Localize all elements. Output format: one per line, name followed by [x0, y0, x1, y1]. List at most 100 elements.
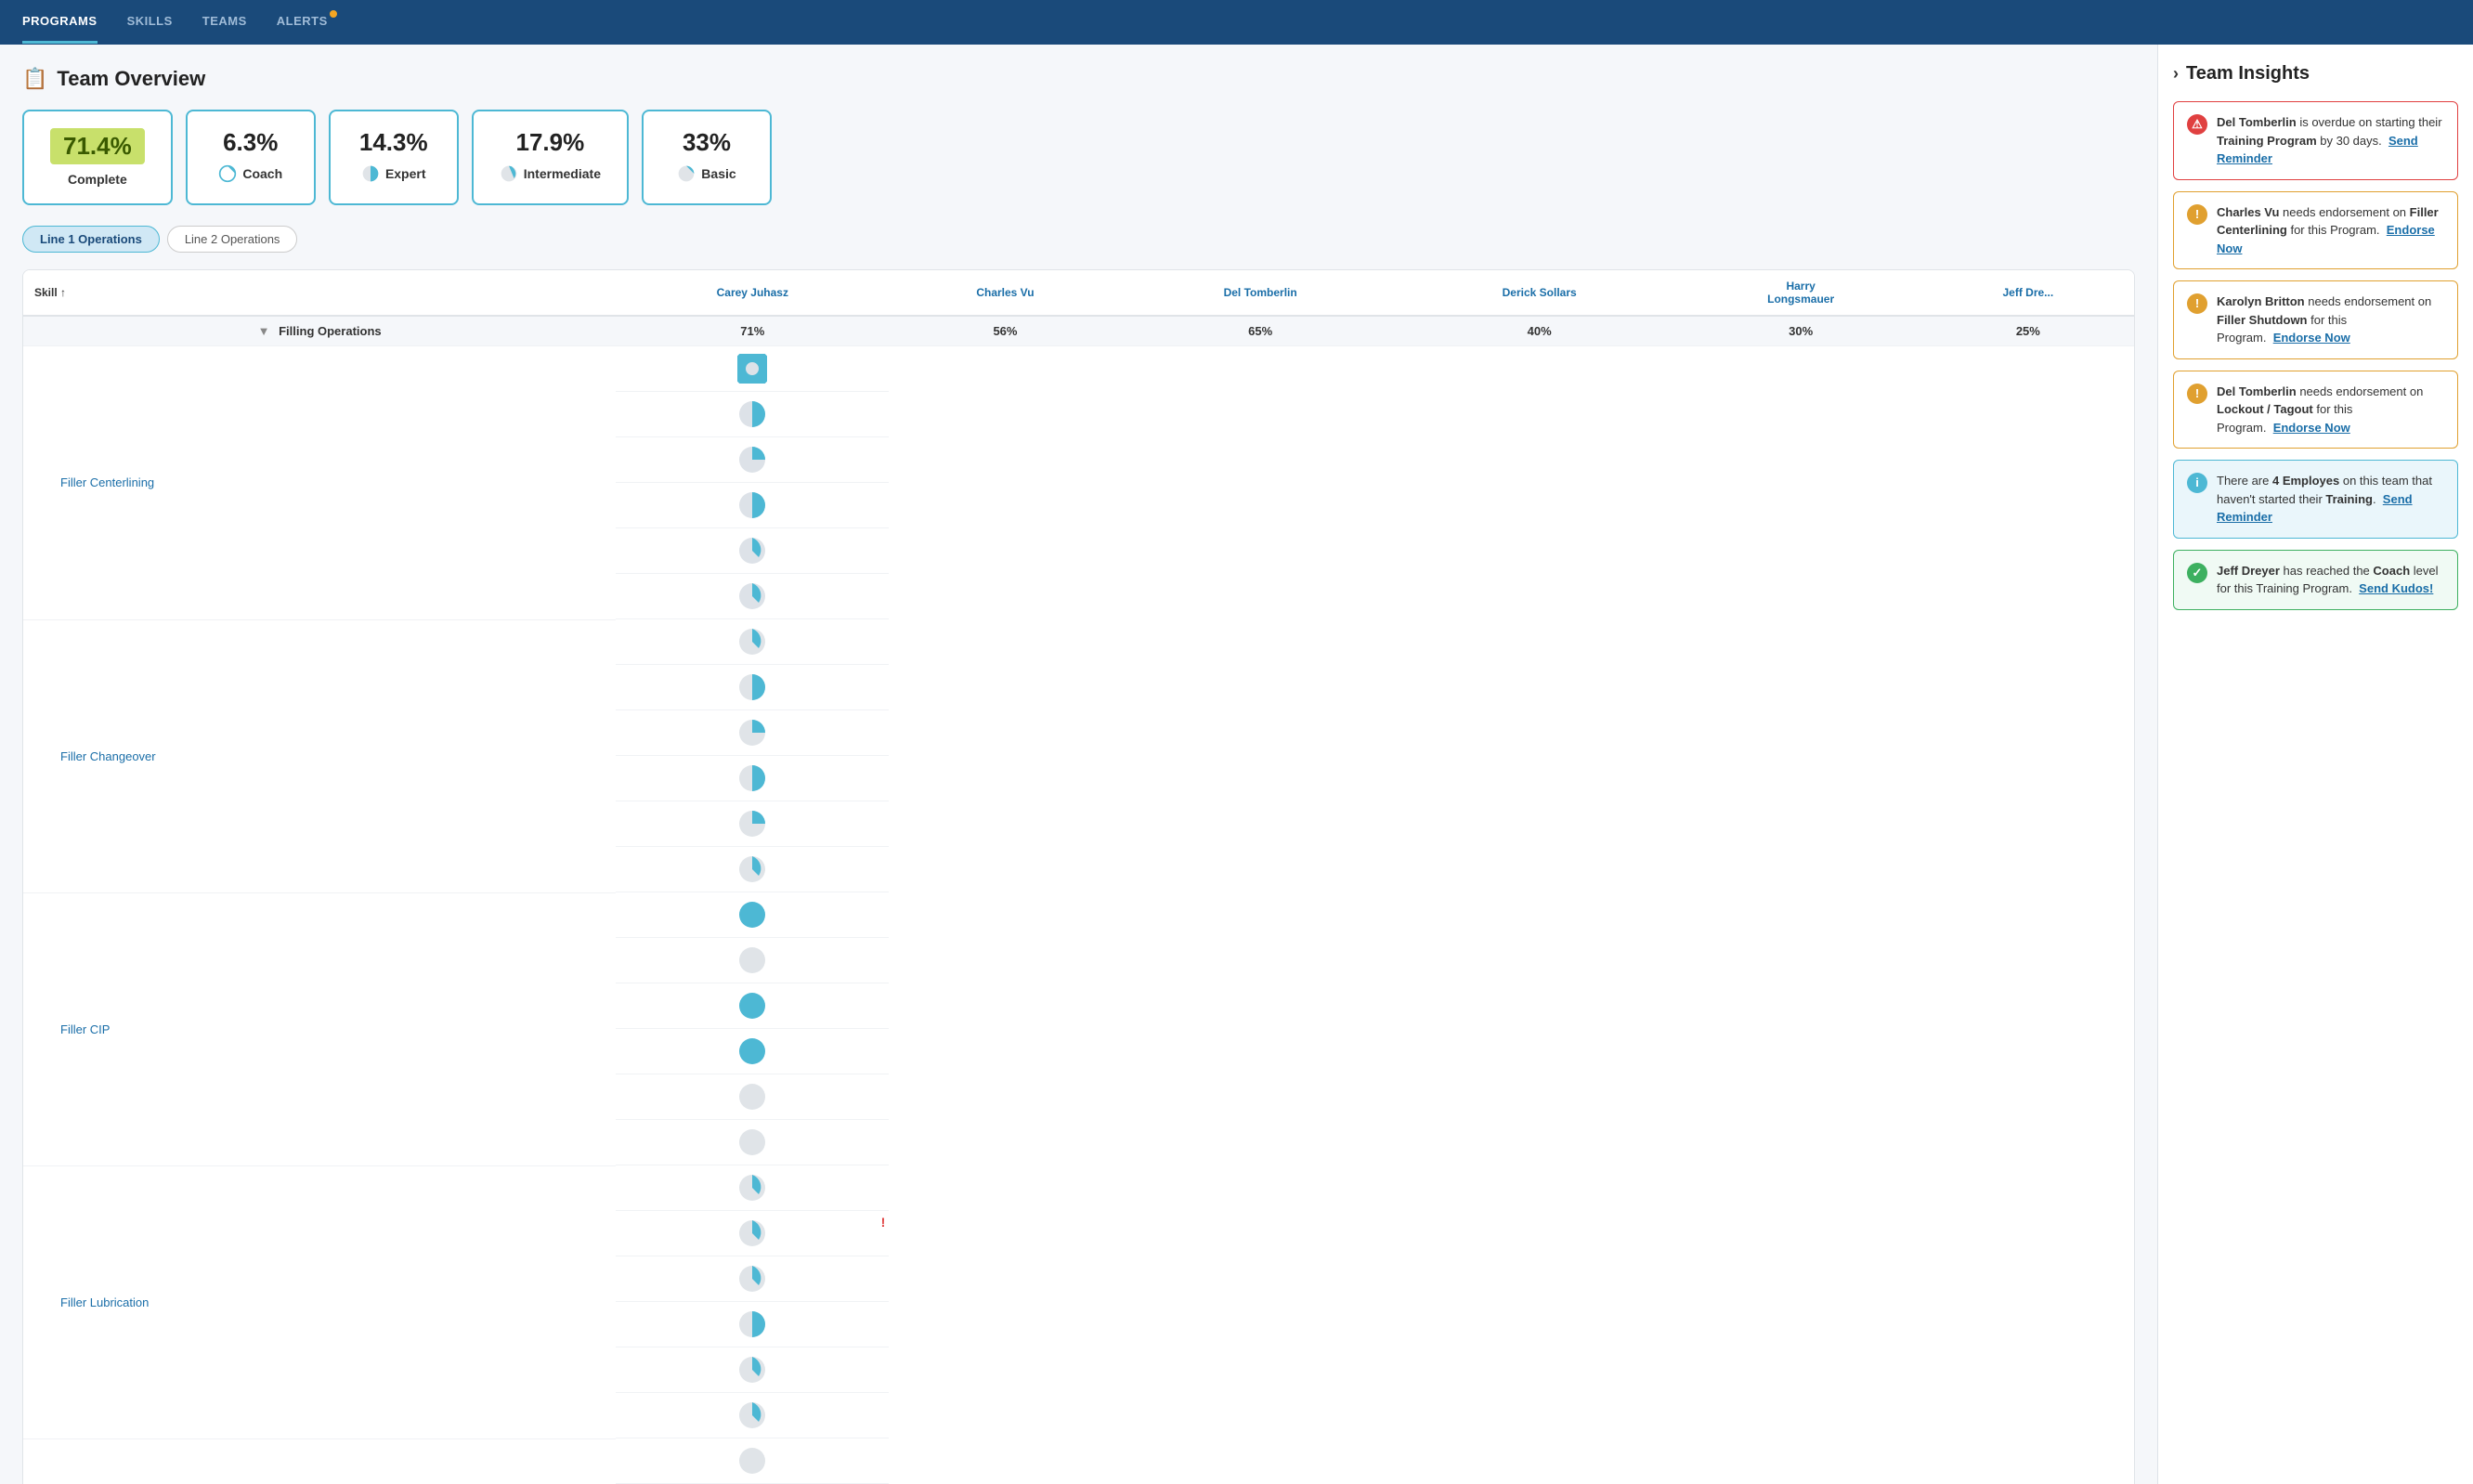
insight-text-employees: There are 4 Employes on this team that h…: [2217, 472, 2444, 527]
insight-icon-warning-1: !: [2187, 204, 2207, 225]
complete-value: 71.4%: [50, 128, 145, 164]
pie-lubrication-derick: [616, 1302, 889, 1347]
page-title-icon: 📋: [22, 67, 47, 91]
send-reminder-link-2[interactable]: Send Reminder: [2217, 492, 2413, 525]
pct-harry: 30%: [1789, 324, 1813, 338]
pie-cip-derick: [616, 1029, 889, 1074]
skill-link-changeover[interactable]: Filler Changeover: [34, 749, 605, 763]
pie-centerlining-carey: [616, 346, 889, 392]
insight-icon-warning-2: !: [2187, 293, 2207, 314]
pie-cip-del: [616, 983, 889, 1029]
col-del[interactable]: Del Tomberlin: [1122, 270, 1399, 316]
insight-card-employees-training: i There are 4 Employes on this team that…: [2173, 460, 2458, 539]
skill-link-lubrication[interactable]: Filler Lubrication: [34, 1295, 605, 1309]
insight-card-karolyn-endorsement: ! Karolyn Britton needs endorsement on F…: [2173, 280, 2458, 359]
pie-changeover-carey: [616, 619, 889, 665]
col-charles[interactable]: Charles Vu: [889, 270, 1121, 316]
insight-icon-check: ✓: [2187, 563, 2207, 583]
skill-row-operations: Filler Operations: [23, 1438, 2134, 1484]
pie-centerlining-harry: [616, 528, 889, 574]
skill-row-centerlining: Filler Centerlining: [23, 346, 2134, 620]
endorse-now-link-2[interactable]: Endorse Now: [2273, 331, 2350, 345]
pie-cip-harry: [616, 1074, 889, 1120]
skill-name-operations: Filler Operations: [23, 1438, 616, 1484]
col-derick[interactable]: Derick Sollars: [1399, 270, 1680, 316]
insight-icon-alert: ⚠: [2187, 114, 2207, 135]
col-carey[interactable]: Carey Juhasz: [616, 270, 889, 316]
basic-icon: [677, 164, 696, 183]
insight-card-charles-endorsement: ! Charles Vu needs endorsement on Filler…: [2173, 191, 2458, 270]
skill-name-cip: Filler CIP: [23, 892, 616, 1165]
summary-card-coach[interactable]: 6.3% Coach: [186, 110, 316, 205]
coach-value: 6.3%: [223, 128, 278, 157]
skill-col-header[interactable]: Skill ↑: [23, 270, 616, 316]
insight-text-del-lockout: Del Tomberlin needs endorsement on Locko…: [2217, 383, 2444, 437]
insight-icon-info: i: [2187, 473, 2207, 493]
expert-icon: [361, 164, 380, 183]
pct-del: 65%: [1248, 324, 1272, 338]
skill-link-cip[interactable]: Filler CIP: [34, 1022, 605, 1036]
nav-alerts[interactable]: ALERTS: [277, 1, 328, 44]
pie-cip-jeff: [616, 1120, 889, 1165]
insight-icon-warning-3: !: [2187, 384, 2207, 404]
skills-table: Skill ↑ Carey Juhasz Charles Vu Del Tomb…: [23, 270, 2134, 1484]
col-harry[interactable]: HarryLongsmauer: [1680, 270, 1922, 316]
pie-cip-carey: [616, 892, 889, 938]
summary-cards: 71.4% Complete 6.3% Coach 14.3%: [22, 110, 2135, 205]
summary-card-basic[interactable]: 33% Basic: [642, 110, 772, 205]
endorse-now-link-3[interactable]: Endorse Now: [2273, 421, 2350, 435]
content-area: 📋 Team Overview 71.4% Complete 6.3%: [0, 45, 2157, 1484]
nav-teams[interactable]: TEAMS: [202, 1, 247, 44]
intermediate-icon: [500, 164, 518, 183]
section-name-cell: ▼ Filling Operations: [23, 316, 616, 346]
pie-changeover-del: [616, 710, 889, 756]
insight-card-del-lockout: ! Del Tomberlin needs endorsement on Loc…: [2173, 371, 2458, 449]
pie-lubrication-carey: [616, 1165, 889, 1211]
section-toggle-icon[interactable]: ▼: [258, 324, 270, 338]
pie-centerlining-derick: [616, 483, 889, 528]
skill-name-centerlining: Filler Centerlining: [23, 346, 616, 620]
section-filling-operations[interactable]: ▼ Filling Operations 71% 56% 65% 40% 30%…: [23, 316, 2134, 346]
top-nav: PROGRAMS SKILLS TEAMS ALERTS: [0, 0, 2473, 45]
pie-centerlining-jeff: [616, 574, 889, 619]
nav-skills[interactable]: SKILLS: [127, 1, 173, 44]
coach-label: Coach: [218, 164, 282, 183]
col-jeff[interactable]: Jeff Dre...: [1922, 270, 2134, 316]
tab-line1[interactable]: Line 1 Operations: [22, 226, 160, 253]
expert-value: 14.3%: [359, 128, 428, 157]
insight-text-charles-endorse: Charles Vu needs endorsement on Filler C…: [2217, 203, 2444, 258]
summary-card-intermediate[interactable]: 17.9% Intermediate: [472, 110, 629, 205]
pie-operations-carey: [616, 1438, 889, 1484]
pie-changeover-charles: [616, 665, 889, 710]
tab-line2[interactable]: Line 2 Operations: [167, 226, 298, 253]
pie-changeover-harry: [616, 801, 889, 847]
summary-card-expert[interactable]: 14.3% Expert: [329, 110, 459, 205]
insights-chevron-icon: ›: [2173, 64, 2179, 84]
skill-row-changeover: Filler Changeover: [23, 619, 2134, 892]
skill-row-cip: Filler CIP: [23, 892, 2134, 1165]
basic-label: Basic: [677, 164, 735, 183]
basic-value: 33%: [683, 128, 731, 157]
insights-title-row: › Team Insights: [2173, 63, 2458, 85]
insight-text-karolyn-endorse: Karolyn Britton needs endorsement on Fil…: [2217, 293, 2444, 347]
alerts-dot-indicator: [330, 10, 337, 18]
coach-icon: [218, 164, 237, 183]
summary-card-complete[interactable]: 71.4% Complete: [22, 110, 173, 205]
insights-panel: › Team Insights ⚠ Del Tomberlin is overd…: [2157, 45, 2473, 1484]
pie-cip-charles: [616, 938, 889, 983]
pie-centerlining-charles: [616, 392, 889, 437]
pie-lubrication-jeff: [616, 1393, 889, 1438]
alert-exclamation: !: [881, 1215, 886, 1230]
pct-carey: 71%: [740, 324, 764, 338]
skill-name-changeover: Filler Changeover: [23, 619, 616, 892]
skills-table-wrapper: Skill ↑ Carey Juhasz Charles Vu Del Tomb…: [22, 269, 2135, 1484]
insight-text-jeff-coach: Jeff Dreyer has reached the Coach level …: [2217, 562, 2444, 598]
send-kudos-link[interactable]: Send Kudos!: [2359, 581, 2433, 595]
pie-lubrication-harry: [616, 1347, 889, 1393]
skill-link-centerlining[interactable]: Filler Centerlining: [34, 475, 605, 489]
page-title: Team Overview: [57, 67, 205, 91]
intermediate-value: 17.9%: [515, 128, 584, 157]
nav-programs[interactable]: PROGRAMS: [22, 1, 98, 44]
pie-changeover-derick: [616, 756, 889, 801]
tab-row: Line 1 Operations Line 2 Operations: [22, 226, 2135, 253]
